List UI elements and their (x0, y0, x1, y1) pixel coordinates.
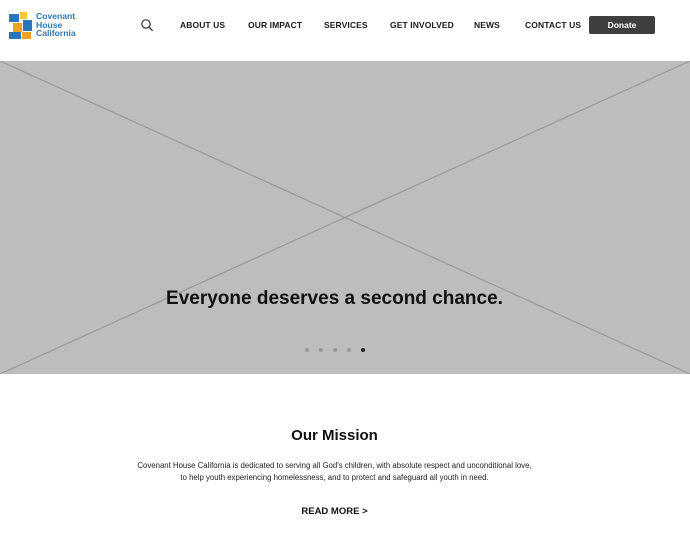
nav-contact-us[interactable]: CONTACT US (525, 20, 581, 30)
logo-line-3: California (36, 28, 76, 39)
nav-news[interactable]: NEWS (474, 20, 500, 30)
carousel-dot-3[interactable] (333, 348, 337, 352)
mission-text-line-1: Covenant House California is dedicated t… (137, 461, 532, 470)
nav-about-us[interactable]: ABOUT US (180, 20, 225, 30)
hero-headline: Everyone deserves a second chance. (166, 288, 503, 309)
search-icon (141, 19, 154, 32)
nav-our-impact[interactable]: OUR IMPACT (248, 20, 302, 30)
read-more-wrap: READ MORE > (0, 506, 669, 517)
hero-carousel: Everyone deserves a second chance. (0, 61, 690, 374)
mission-text: Covenant House California is dedicated t… (0, 460, 669, 484)
carousel-dot-1[interactable] (305, 348, 309, 352)
nav-services[interactable]: SERVICES (324, 20, 368, 30)
read-more-link[interactable]: READ MORE > (301, 506, 367, 517)
covenant-house-logo[interactable]: Covenant House California (9, 12, 89, 40)
logo-mark-icon (9, 12, 32, 39)
hero-image-placeholder (0, 61, 690, 374)
mission-text-line-2: to help youth experiencing homelessness,… (180, 473, 489, 482)
search-button[interactable] (140, 18, 154, 32)
carousel-dot-4[interactable] (347, 348, 351, 352)
carousel-dot-5[interactable] (361, 348, 365, 352)
nav-get-involved[interactable]: GET INVOLVED (390, 20, 454, 30)
logo-wordmark: Covenant House California (36, 12, 76, 38)
mission-title: Our Mission (291, 427, 378, 444)
donate-button[interactable]: Donate (589, 16, 655, 34)
site-header: Covenant House California ABOUT US OUR I… (0, 0, 690, 61)
carousel-dot-2[interactable] (319, 348, 323, 352)
